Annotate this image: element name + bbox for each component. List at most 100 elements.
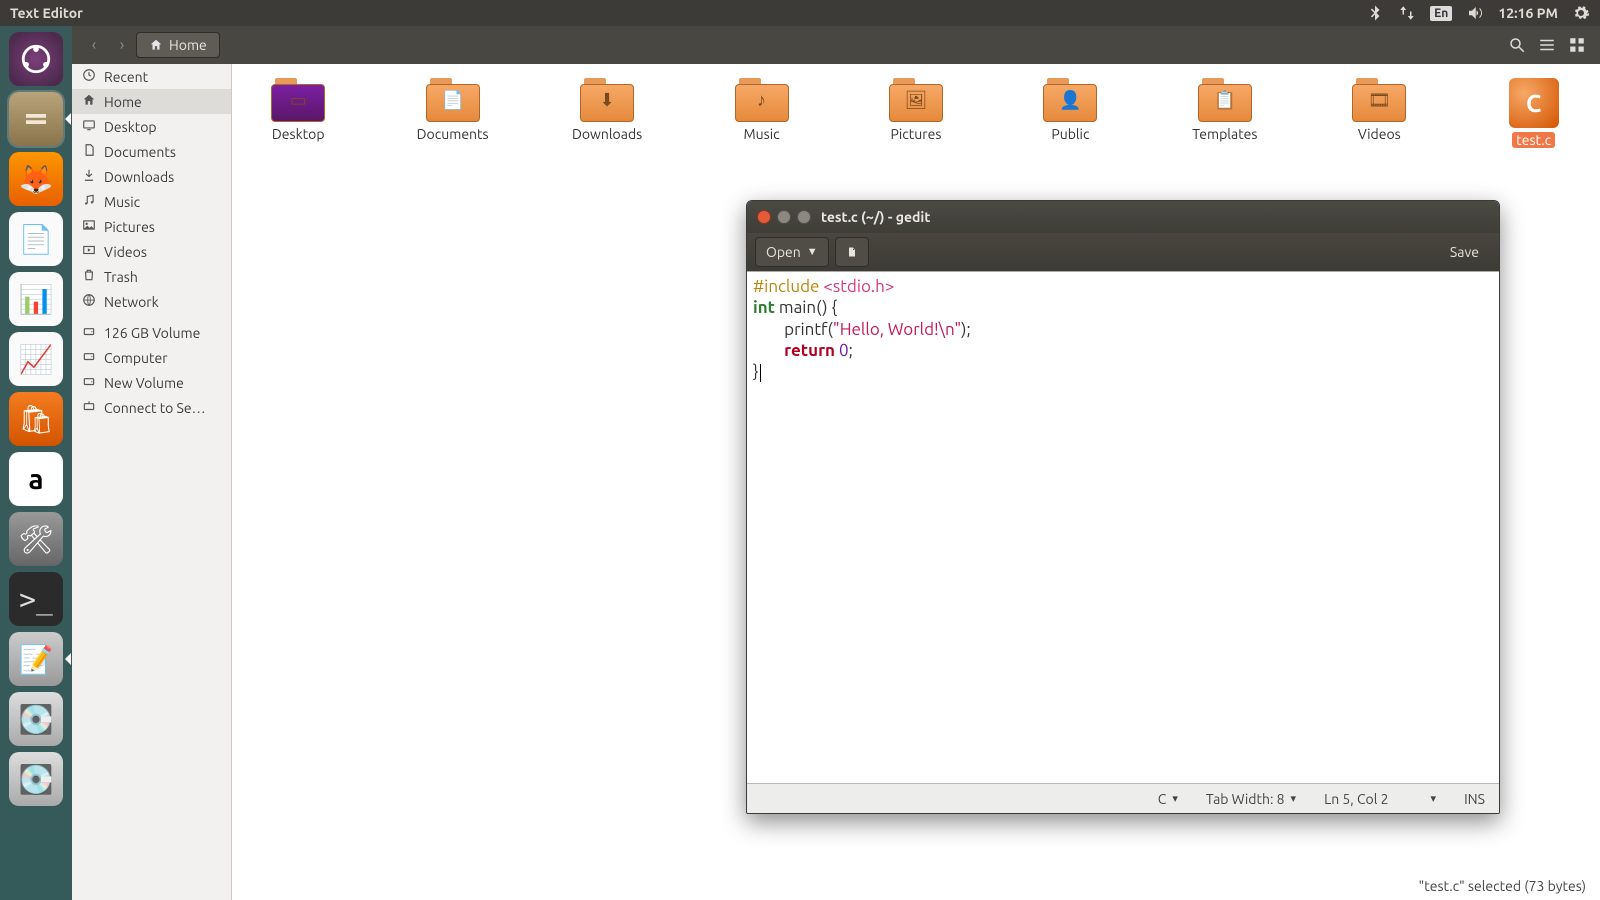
new-tab-button[interactable] [835, 237, 869, 267]
c-source-file-icon: C [1509, 78, 1559, 128]
network-icon[interactable] [1398, 4, 1416, 22]
drive-launcher-icon-1[interactable]: 💽 [9, 692, 63, 746]
sidebar-device-item[interactable]: Connect to Se… [72, 395, 231, 420]
trash-icon [82, 268, 96, 285]
video-icon [82, 243, 96, 260]
amazon-launcher-icon[interactable]: a [9, 452, 63, 506]
grid-view-button[interactable] [1562, 31, 1592, 59]
new-document-icon [846, 244, 858, 260]
sidebar-item-label: Desktop [104, 119, 157, 135]
path-home-button[interactable]: Home [136, 32, 220, 58]
connect-icon [82, 399, 96, 416]
folder-icon: ♪ [735, 78, 789, 122]
item-label: Public [1051, 126, 1089, 142]
files-toolbar: ‹ › Home [72, 26, 1600, 64]
sidebar-item-network[interactable]: Network [72, 289, 231, 314]
window-maximize-button[interactable] [797, 210, 811, 224]
sidebar-item-videos[interactable]: Videos [72, 239, 231, 264]
folder-icon: ▭ [271, 78, 325, 122]
net-icon [82, 293, 96, 310]
sidebar-item-recent[interactable]: Recent [72, 64, 231, 89]
sidebar-device-item[interactable]: New Volume [72, 370, 231, 395]
drive-launcher-icon-2[interactable]: 💽 [9, 752, 63, 806]
drive-icon [82, 324, 96, 341]
clock[interactable]: 12:16 PM [1498, 5, 1558, 21]
gedit-toolbar: Open▼ Save [747, 233, 1499, 271]
libreoffice-calc-icon[interactable]: 📊 [9, 272, 63, 326]
gedit-statusbar: C▾ Tab Width: 8▾ Ln 5, Col 2▾ INS [747, 783, 1499, 813]
status-insert-mode[interactable]: INS [1450, 791, 1499, 807]
sidebar-item-label: Trash [104, 269, 138, 285]
text-editor-launcher-icon[interactable]: 📝 [9, 632, 63, 686]
drive-icon [82, 374, 96, 391]
sidebar-device-item[interactable]: 126 GB Volume [72, 320, 231, 345]
sidebar-item-label: Connect to Se… [104, 400, 206, 416]
gedit-window[interactable]: test.c (~/) - gedit Open▼ Save #include … [746, 200, 1500, 814]
volume-icon[interactable] [1466, 4, 1484, 22]
window-minimize-button[interactable] [777, 210, 791, 224]
folder-item[interactable]: 🎞 Videos [1337, 78, 1421, 148]
editor-area[interactable]: #include <stdio.h> int main() { printf("… [747, 271, 1499, 783]
sidebar-item-home[interactable]: Home [72, 89, 231, 114]
ubuntu-software-icon[interactable]: 🛍 [9, 392, 63, 446]
sidebar-item-desktop[interactable]: Desktop [72, 114, 231, 139]
sidebar-device-item[interactable]: Computer [72, 345, 231, 370]
folder-icon: 📄 [426, 78, 480, 122]
folder-item[interactable]: ⬇Downloads [565, 78, 649, 148]
sidebar-item-pictures[interactable]: Pictures [72, 214, 231, 239]
bluetooth-icon[interactable] [1366, 4, 1384, 22]
window-close-button[interactable] [757, 210, 771, 224]
unity-launcher: 🦊 📄 📊 📈 🛍 a 🛠 >_ 📝 💽 💽 [0, 26, 72, 900]
firefox-launcher-icon[interactable]: 🦊 [9, 152, 63, 206]
save-button[interactable]: Save [1438, 238, 1491, 266]
search-button[interactable] [1502, 31, 1532, 59]
status-tab-width[interactable]: Tab Width: 8▾ [1192, 791, 1310, 807]
file-item[interactable]: Ctest.c [1492, 78, 1576, 148]
item-label: test.c [1512, 132, 1555, 148]
sidebar-item-downloads[interactable]: Downloads [72, 164, 231, 189]
terminal-launcher-icon[interactable]: >_ [9, 572, 63, 626]
nav-forward-button[interactable]: › [108, 31, 136, 59]
doc-icon [82, 143, 96, 160]
sidebar-item-trash[interactable]: Trash [72, 264, 231, 289]
list-view-button[interactable] [1532, 31, 1562, 59]
nav-back-button[interactable]: ‹ [80, 31, 108, 59]
sidebar-item-music[interactable]: Music [72, 189, 231, 214]
down-icon [82, 168, 96, 185]
status-language[interactable]: C▾ [1144, 791, 1192, 807]
sidebar-item-label: Computer [104, 350, 168, 366]
libreoffice-impress-icon[interactable]: 📈 [9, 332, 63, 386]
item-label: Desktop [272, 126, 325, 142]
folder-item[interactable]: ▭ Desktop [256, 78, 340, 148]
folder-icon: 👤 [1043, 78, 1097, 122]
session-gear-icon[interactable] [1572, 4, 1590, 22]
home-icon [82, 93, 96, 110]
libreoffice-writer-icon[interactable]: 📄 [9, 212, 63, 266]
app-title: Text Editor [10, 5, 83, 21]
dash-icon[interactable] [9, 32, 63, 86]
item-label: Pictures [891, 126, 942, 142]
item-label: Videos [1358, 126, 1401, 142]
status-text: "test.c" selected (73 bytes) [1419, 878, 1586, 894]
sidebar-item-label: Downloads [104, 169, 174, 185]
folder-icon: 🎞 [1352, 78, 1406, 122]
folder-item[interactable]: 🖼Pictures [874, 78, 958, 148]
sidebar-item-label: Recent [104, 69, 148, 85]
folder-item[interactable]: 📋Templates [1183, 78, 1267, 148]
folder-item[interactable]: 👤 Public [1028, 78, 1112, 148]
gedit-title-text: test.c (~/) - gedit [821, 209, 930, 225]
system-settings-icon[interactable]: 🛠 [9, 512, 63, 566]
item-label: Templates [1192, 126, 1257, 142]
sidebar-item-documents[interactable]: Documents [72, 139, 231, 164]
files-statusbar: "test.c" selected (73 bytes) [232, 872, 1600, 900]
files-launcher-icon[interactable] [9, 92, 63, 146]
open-button[interactable]: Open▼ [755, 237, 829, 267]
sidebar-item-label: Documents [104, 144, 176, 160]
window-controls [757, 210, 811, 224]
folder-item[interactable]: ♪Music [719, 78, 803, 148]
sidebar-item-label: Pictures [104, 219, 155, 235]
keyboard-language-indicator[interactable]: En [1430, 6, 1452, 21]
status-cursor-position[interactable]: Ln 5, Col 2▾ [1310, 791, 1450, 807]
folder-item[interactable]: 📄Documents [410, 78, 494, 148]
gedit-titlebar[interactable]: test.c (~/) - gedit [747, 201, 1499, 233]
